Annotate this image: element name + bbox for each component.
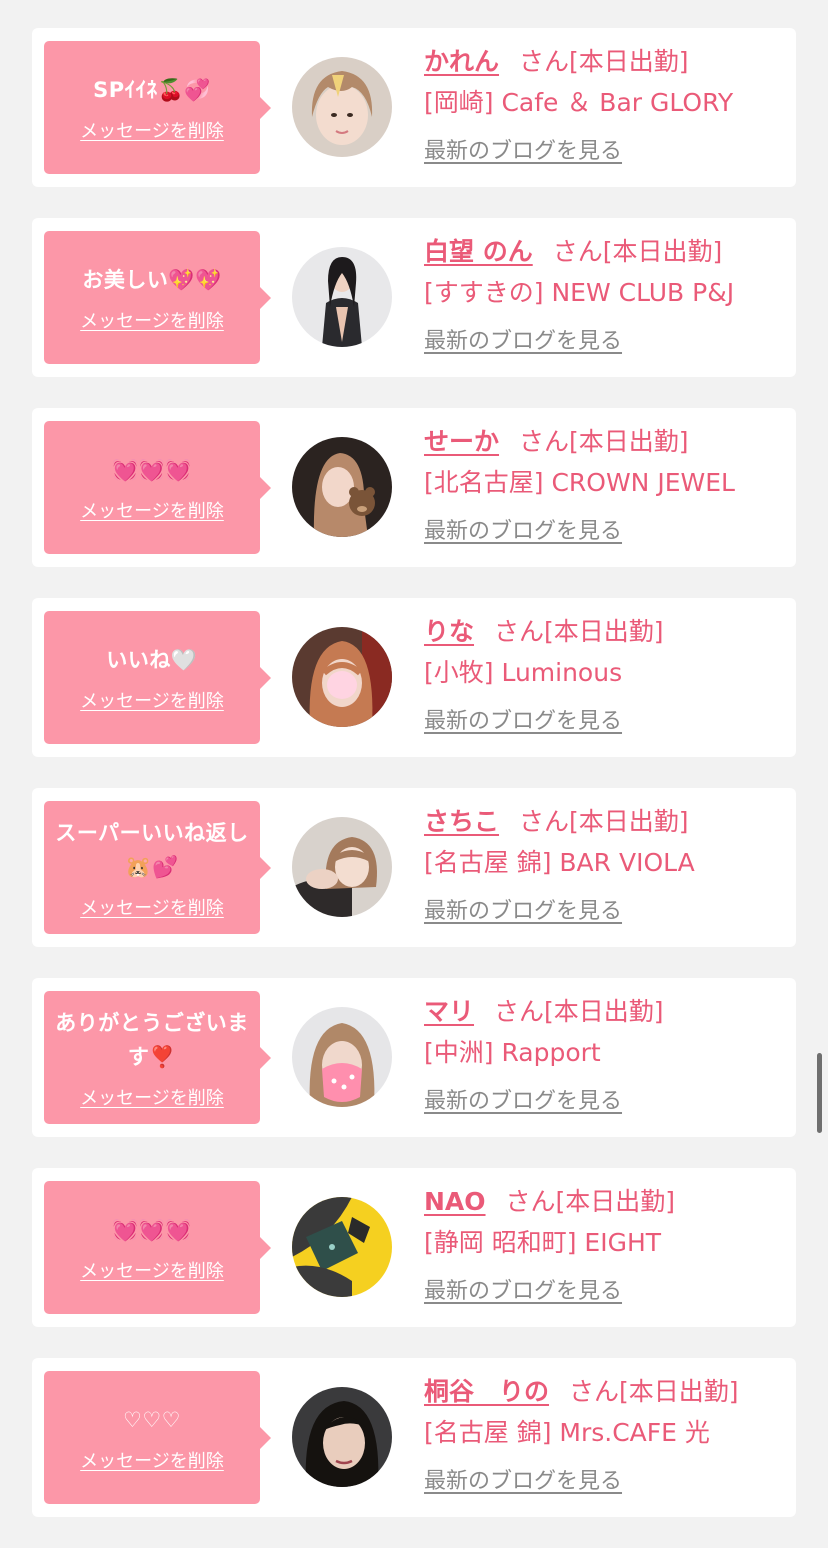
view-blog-link[interactable]: 最新のブログを見る — [424, 898, 622, 926]
avatar[interactable] — [292, 247, 392, 347]
list-item: ありがとうございます❣️ メッセージを削除 マリ さん[本日出勤] [中洲] Ra… — [32, 978, 796, 1137]
avatar-photo-icon — [292, 247, 392, 347]
view-blog-link[interactable]: 最新のブログを見る — [424, 708, 622, 736]
cast-name-link[interactable]: 桐谷 りの — [424, 1377, 549, 1406]
store-label: [岡崎] Cafe ＆ Bar GLORY — [424, 88, 734, 117]
cast-name-link[interactable]: かれん — [424, 47, 499, 76]
message-text: スーパーいいね返し🐹💕 — [55, 820, 249, 879]
avatar-photo-icon — [292, 817, 392, 917]
view-blog-link[interactable]: 最新のブログを見る — [424, 328, 622, 356]
message-text: 💓💓💓 — [112, 1217, 192, 1242]
cast-name-link[interactable]: さちこ — [424, 807, 499, 836]
message-text: お美しい💖💖 — [82, 267, 222, 292]
cast-name-link[interactable]: NAO — [424, 1187, 486, 1216]
attendance-label: さん[本日出勤] — [494, 617, 664, 646]
store-label: [すすきの] NEW CLUB P&J — [424, 278, 735, 307]
avatar[interactable] — [292, 1387, 392, 1487]
cast-name-link[interactable]: マリ — [424, 997, 474, 1026]
avatar-photo-icon — [292, 57, 392, 157]
store-label: [名古屋 錦] Mrs.CAFE 光 — [424, 1418, 710, 1447]
avatar-photo-icon — [292, 627, 392, 727]
cast-name-link[interactable]: りな — [424, 617, 474, 646]
message-bubble: ♡♡♡ メッセージを削除 — [44, 1371, 271, 1504]
message-bubble: 💓💓💓 メッセージを削除 — [44, 1181, 271, 1314]
view-blog-link[interactable]: 最新のブログを見る — [424, 1468, 622, 1496]
store-label: [静岡 昭和町] EIGHT — [424, 1228, 662, 1257]
cast-info: さちこ さん[本日出勤] [名古屋 錦] BAR VIOLA 最新のブログを見る — [424, 804, 784, 926]
message-text: いいね🤍 — [106, 647, 198, 672]
cast-info: 桐谷 りの さん[本日出勤] [名古屋 錦] Mrs.CAFE 光 最新のブログを… — [424, 1374, 784, 1496]
store-label: [名古屋 錦] BAR VIOLA — [424, 848, 695, 877]
message-text: ありがとうございます❣️ — [55, 1010, 249, 1069]
cast-name-link[interactable]: 白望 のん — [424, 237, 533, 266]
cast-info: せーか さん[本日出勤] [北名古屋] CROWN JEWEL 最新のブログを見る — [424, 424, 784, 546]
delete-message-link[interactable]: メッセージを削除 — [80, 1447, 224, 1473]
attendance-label: さん[本日出勤] — [552, 237, 723, 266]
list-item: お美しい💖💖 メッセージを削除 白望 のん さん[本日出勤] [すすきの] NEW… — [32, 218, 796, 377]
attendance-label: さん[本日出勤] — [519, 47, 689, 76]
avatar-photo-icon — [292, 1007, 392, 1107]
list-item: 💓💓💓 メッセージを削除 せーか さん[本日出勤] [北名古屋] CROWN JE… — [32, 408, 796, 567]
delete-message-link[interactable]: メッセージを削除 — [80, 117, 224, 143]
avatar[interactable] — [292, 1007, 392, 1107]
message-bubble: いいね🤍 メッセージを削除 — [44, 611, 271, 744]
avatar[interactable] — [292, 57, 392, 157]
message-bubble: スーパーいいね返し🐹💕 メッセージを削除 — [44, 801, 271, 934]
scrollbar[interactable] — [817, 1053, 822, 1133]
message-text: 💓💓💓 — [112, 457, 192, 482]
message-text: ♡♡♡ — [123, 1407, 181, 1432]
avatar[interactable] — [292, 817, 392, 917]
list-item: スーパーいいね返し🐹💕 メッセージを削除 さちこ さん[本日出勤] [名古屋 錦]… — [32, 788, 796, 947]
store-label: [北名古屋] CROWN JEWEL — [424, 468, 735, 497]
store-label: [中洲] Rapport — [424, 1038, 601, 1067]
view-blog-link[interactable]: 最新のブログを見る — [424, 1278, 622, 1306]
avatar[interactable] — [292, 437, 392, 537]
cast-info: りな さん[本日出勤] [小牧] Luminous 最新のブログを見る — [424, 614, 784, 736]
message-text: SPｲｲﾈ🍒💞 — [93, 77, 211, 102]
attendance-label: さん[本日出勤] — [519, 427, 689, 456]
store-label: [小牧] Luminous — [424, 658, 623, 687]
cast-info: マリ さん[本日出勤] [中洲] Rapport 最新のブログを見る — [424, 994, 784, 1116]
delete-message-link[interactable]: メッセージを削除 — [80, 1084, 224, 1110]
message-bubble: SPｲｲﾈ🍒💞 メッセージを削除 — [44, 41, 271, 174]
attendance-label: さん[本日出勤] — [494, 997, 664, 1026]
delete-message-link[interactable]: メッセージを削除 — [80, 497, 224, 523]
delete-message-link[interactable]: メッセージを削除 — [80, 687, 224, 713]
cast-info: NAO さん[本日出勤] [静岡 昭和町] EIGHT 最新のブログを見る — [424, 1184, 784, 1306]
message-bubble: 💓💓💓 メッセージを削除 — [44, 421, 271, 554]
avatar-photo-icon — [292, 1197, 392, 1297]
delete-message-link[interactable]: メッセージを削除 — [80, 307, 224, 333]
avatar[interactable] — [292, 1197, 392, 1297]
avatar-photo-icon — [292, 1387, 392, 1487]
delete-message-link[interactable]: メッセージを削除 — [80, 894, 224, 920]
list-item: ♡♡♡ メッセージを削除 桐谷 りの さん[本日出勤] [名古屋 錦] Mrs.C… — [32, 1358, 796, 1517]
avatar-photo-icon — [292, 437, 392, 537]
cast-info: かれん さん[本日出勤] [岡崎] Cafe ＆ Bar GLORY 最新のブログ… — [424, 44, 784, 166]
attendance-label: さん[本日出勤] — [519, 807, 689, 836]
attendance-label: さん[本日出勤] — [569, 1377, 739, 1406]
avatar[interactable] — [292, 627, 392, 727]
message-bubble: ありがとうございます❣️ メッセージを削除 — [44, 991, 271, 1124]
attendance-label: さん[本日出勤] — [505, 1187, 676, 1216]
view-blog-link[interactable]: 最新のブログを見る — [424, 1088, 622, 1116]
view-blog-link[interactable]: 最新のブログを見る — [424, 518, 622, 546]
view-blog-link[interactable]: 最新のブログを見る — [424, 138, 622, 166]
message-bubble: お美しい💖💖 メッセージを削除 — [44, 231, 271, 364]
list-item: いいね🤍 メッセージを削除 りな さん[本日出勤] [小牧] Luminous 最… — [32, 598, 796, 757]
delete-message-link[interactable]: メッセージを削除 — [80, 1257, 224, 1283]
message-list: SPｲｲﾈ🍒💞 メッセージを削除 かれん さん[本日出勤] [岡崎] Cafe ＆… — [32, 28, 796, 1548]
cast-info: 白望 のん さん[本日出勤] [すすきの] NEW CLUB P&J 最新のブログ… — [424, 234, 784, 356]
cast-name-link[interactable]: せーか — [424, 427, 499, 456]
list-item: 💓💓💓 メッセージを削除 NAO さん[本日出勤] [静岡 昭和町] EIGHT … — [32, 1168, 796, 1327]
list-item: SPｲｲﾈ🍒💞 メッセージを削除 かれん さん[本日出勤] [岡崎] Cafe ＆… — [32, 28, 796, 187]
